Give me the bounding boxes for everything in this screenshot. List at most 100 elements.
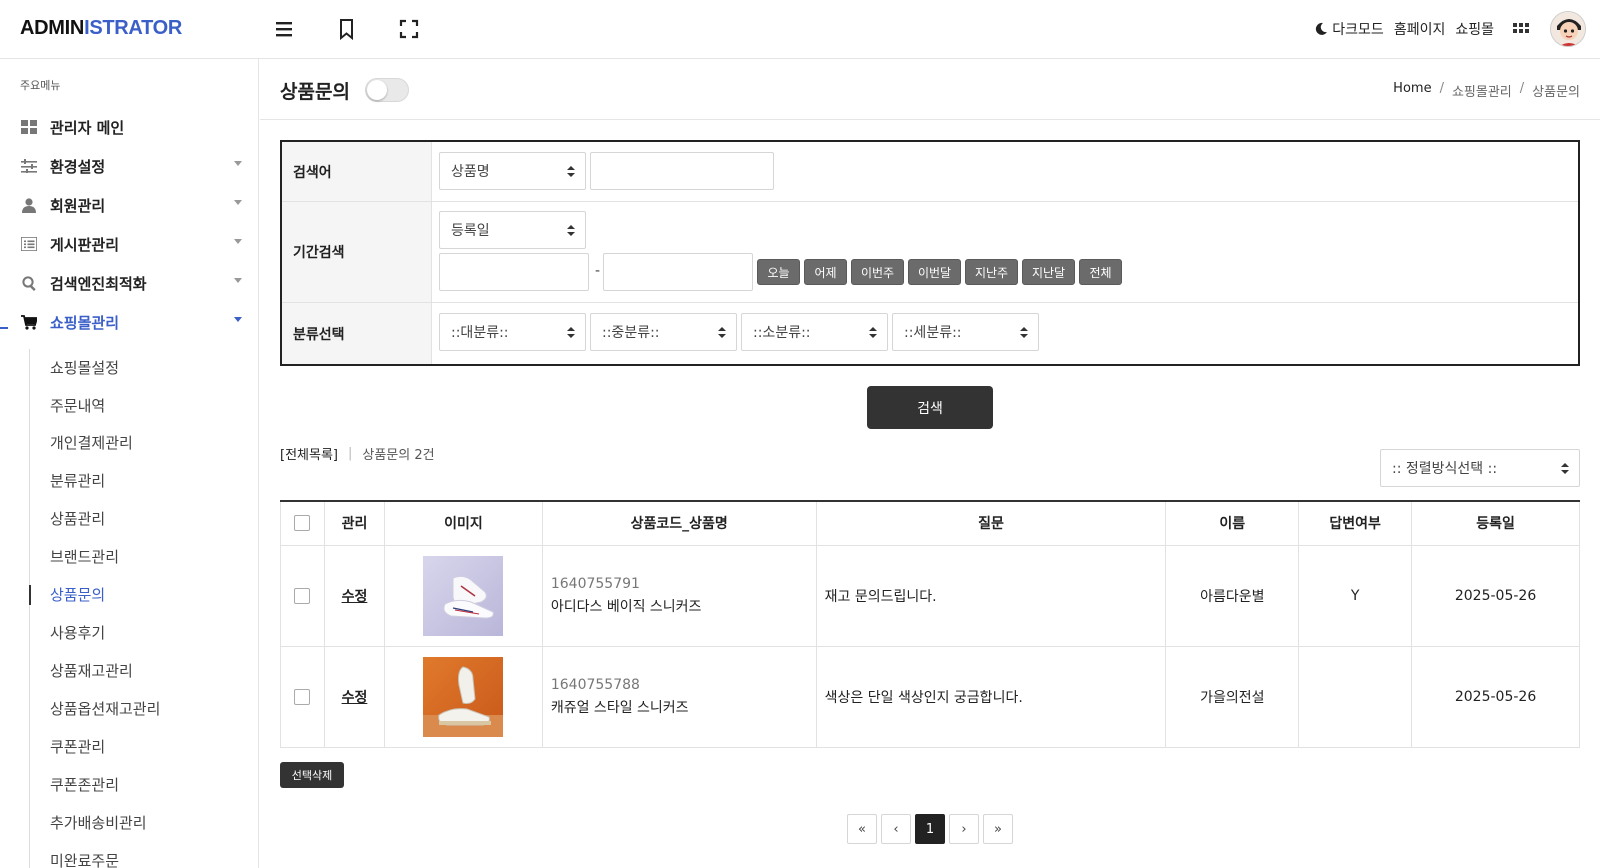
row-select-cell [280,544,325,647]
breadcrumb: Home / 쇼핑몰관리 / 상품문의 [1393,81,1580,100]
select-arrows-icon [718,327,726,338]
avatar[interactable] [1550,11,1586,47]
page-title: 상품문의 [280,81,350,103]
sidebar-item-seo[interactable]: 검색엔진최적화 [20,271,242,295]
sidebar-subitem-extra-shipping[interactable]: 추가배송비관리 [50,812,147,833]
category-medium-select[interactable]: ::중분류:: [590,313,737,351]
page-toggle-switch[interactable] [365,78,409,102]
chevron-down-icon [234,161,242,166]
page-title-bar: 상품문의 Home / 쇼핑몰관리 / 상품문의 [260,59,1600,120]
page-first-button[interactable]: « [847,814,877,844]
bookmark-icon[interactable] [336,18,358,41]
sidebar-item-settings[interactable]: 환경설정 [20,154,242,178]
hamburger-icon[interactable] [274,18,296,40]
list-info-divider: | [347,446,353,461]
breadcrumb-shop-management[interactable]: 쇼핑몰관리 [1452,81,1512,100]
select-arrows-icon [567,166,575,177]
column-header: 답변여부 [1298,501,1413,546]
column-header: 등록일 [1411,501,1580,546]
sidebar-item-shop-management[interactable]: 쇼핑몰관리 [20,310,242,334]
sidebar-subitem-stock[interactable]: 상품재고관리 [50,660,133,681]
apps-grid-icon[interactable] [1512,18,1534,40]
sidebar-subitem-products[interactable]: 상품관리 [50,508,105,529]
shop-link[interactable]: 쇼핑몰 [1455,19,1494,39]
sliders-icon [20,157,38,175]
table-header-row: 관리 이미지 상품코드_상품명 질문 이름 답변여부 등록일 [280,501,1580,546]
sidebar-subitem-shop-settings[interactable]: 쇼핑몰설정 [50,357,119,378]
category-detail-select[interactable]: ::세분류:: [892,313,1039,351]
delete-selected-button[interactable]: 선택삭제 [280,762,344,788]
product-name[interactable]: 아디다스 베이직 스니커즈 [551,596,816,616]
page-next-button[interactable]: › [949,814,979,844]
sidebar-item-board[interactable]: 게시판관리 [20,232,242,256]
dark-mode-toggle[interactable]: 다크모드 [1314,19,1384,39]
all-list-link[interactable]: [전체목록] [280,444,338,463]
sidebar-subitem-brands[interactable]: 브랜드관리 [50,546,119,567]
search-form: 검색어 상품명 기간검색 등록일 - 오늘 어제 이번주 이번달 지난주 지난달… [280,140,1580,366]
list-icon [20,235,38,253]
page-last-button[interactable]: » [983,814,1013,844]
sidebar-subitem-incomplete-orders[interactable]: 미완료주문 [50,850,119,868]
search-row-period: 기간검색 등록일 - 오늘 어제 이번주 이번달 지난주 지난달 전체 [282,202,1578,303]
fullscreen-icon[interactable] [398,18,420,40]
select-all-checkbox[interactable] [294,515,311,532]
period-label: 기간검색 [282,202,432,302]
date-to-input[interactable] [603,253,753,291]
period-today-button[interactable]: 오늘 [757,259,800,285]
category-label: 분류선택 [282,303,432,364]
product-image-casual-sneaker[interactable] [423,656,504,737]
chevron-down-icon [234,239,242,244]
sidebar-subitem-coupons[interactable]: 쿠폰관리 [50,736,105,757]
page-current-button[interactable]: 1 [915,814,945,844]
period-this-week-button[interactable]: 이번주 [851,259,904,285]
row-date-cell: 2025-05-26 [1411,645,1580,748]
sidebar: 주요메뉴 관리자 메인 환경설정 회원관리 게시판관리 검색엔진최적화 쇼핑몰관… [0,59,259,868]
sort-order-select[interactable]: :: 정렬방식선택 :: [1380,449,1580,487]
breadcrumb-separator: / [1519,81,1525,96]
sidebar-subitem-option-stock[interactable]: 상품옵션재고관리 [50,698,160,719]
period-all-button[interactable]: 전체 [1079,259,1122,285]
sidebar-subitem-categories[interactable]: 분류관리 [50,470,105,491]
sidebar-item-members[interactable]: 회원관리 [20,193,242,217]
row-checkbox[interactable] [294,688,311,705]
chevron-down-icon [234,317,242,322]
user-icon [20,196,38,214]
category-large-select[interactable]: ::대분류:: [439,313,586,351]
row-checkbox[interactable] [294,587,311,604]
edit-link[interactable]: 수정 [342,690,368,706]
sidebar-subitem-orders[interactable]: 주문내역 [50,395,105,416]
inquiry-table: 관리 이미지 상품코드_상품명 질문 이름 답변여부 등록일 수정 164075… [280,500,1580,748]
period-type-select[interactable]: 등록일 [439,211,586,249]
product-name[interactable]: 캐쥬얼 스타일 스니커즈 [551,697,816,717]
submenu-guide-line [29,349,30,868]
search-icon [20,274,38,292]
sidebar-subitem-coupon-zone[interactable]: 쿠폰존관리 [50,774,119,795]
search-submit-button[interactable]: 검색 [867,386,993,429]
sidebar-subitem-product-inquiry[interactable]: 상품문의 [50,584,105,605]
submenu-active-indicator [29,585,31,605]
period-this-month-button[interactable]: 이번달 [908,259,961,285]
pagination: « ‹ 1 › » [847,814,1013,844]
select-all-header [280,501,325,546]
search-row-category: 분류선택 ::대분류:: ::중분류:: ::소분류:: ::세분류:: [282,303,1578,364]
breadcrumb-home[interactable]: Home [1393,81,1431,100]
edit-link[interactable]: 수정 [342,589,368,605]
date-from-input[interactable] [439,253,589,291]
period-last-month-button[interactable]: 지난달 [1022,259,1075,285]
product-image-white-sneaker[interactable] [423,555,504,636]
keyword-type-select[interactable]: 상품명 [439,152,586,190]
page-prev-button[interactable]: ‹ [881,814,911,844]
sidebar-subitem-reviews[interactable]: 사용후기 [50,622,105,643]
column-header: 이미지 [383,501,543,546]
period-last-week-button[interactable]: 지난주 [965,259,1018,285]
category-small-select[interactable]: ::소분류:: [741,313,888,351]
keyword-input[interactable] [590,152,774,190]
row-answered-cell [1298,645,1413,748]
main-content: 상품문의 Home / 쇼핑몰관리 / 상품문의 검색어 상품명 기간검색 등록… [260,59,1600,868]
homepage-link[interactable]: 홈페이지 [1394,19,1446,39]
sidebar-subitem-personal-payment[interactable]: 개인결제관리 [50,432,133,453]
chevron-down-icon [234,278,242,283]
period-yesterday-button[interactable]: 어제 [804,259,847,285]
sidebar-item-admin-main[interactable]: 관리자 메인 [20,115,242,139]
admin-logo[interactable]: ADMINISTRATOR [20,17,182,40]
